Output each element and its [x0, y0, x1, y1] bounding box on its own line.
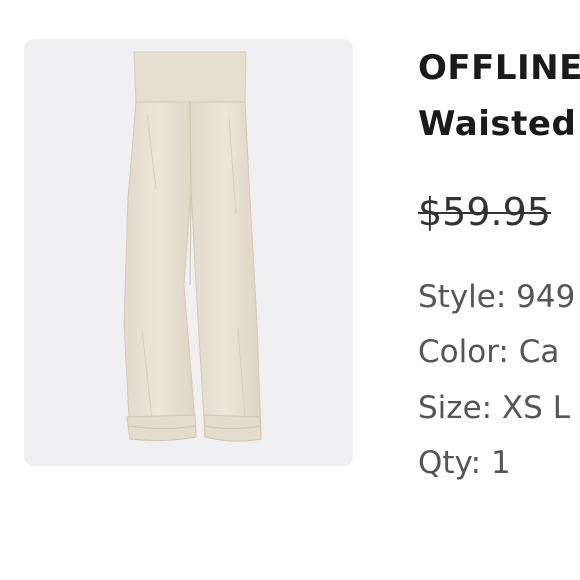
- style-label: Style: 949: [418, 279, 576, 315]
- quantity-label: Qty: 1: [418, 445, 511, 481]
- color-label: Color: Ca: [418, 334, 560, 370]
- product-image-card[interactable]: [24, 39, 353, 466]
- size-label: Size: XS L: [418, 390, 570, 426]
- product-image: [123, 51, 262, 442]
- product-title-line-2[interactable]: Waisted: [418, 106, 576, 142]
- product-page: OFFLINE Waisted $59.95 Style: 949 Color:…: [0, 0, 580, 580]
- product-title-line-1[interactable]: OFFLINE: [418, 50, 580, 86]
- original-price: $59.95: [418, 190, 551, 234]
